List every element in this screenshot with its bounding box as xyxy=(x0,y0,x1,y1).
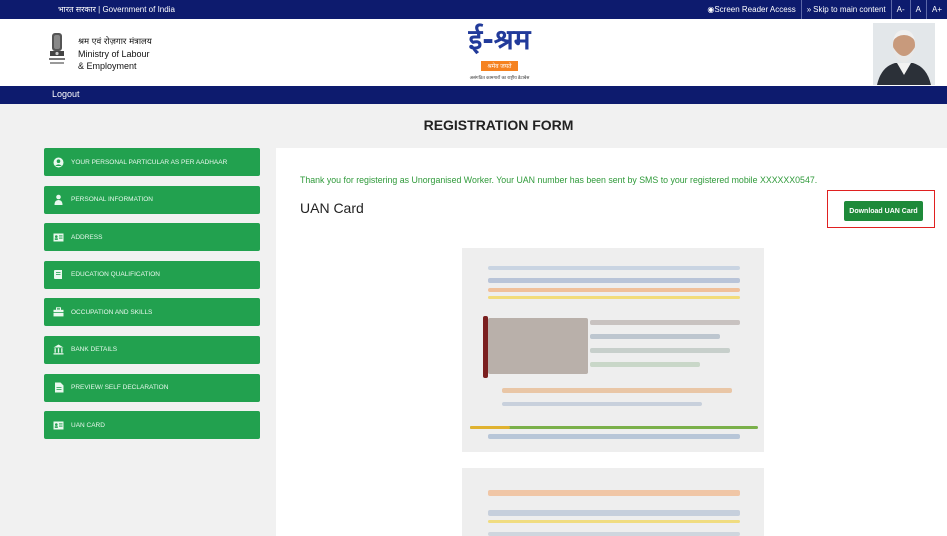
skip-to-main-link[interactable]: » Skip to main content xyxy=(800,0,891,19)
top-utility-bar: भारत सरकार | Government of India ◉Screen… xyxy=(0,0,947,19)
page-title: REGISTRATION FORM xyxy=(423,117,574,133)
download-highlight-box: Download UAN Card xyxy=(827,190,935,228)
step-label: OCCUPATION AND SKILLS xyxy=(71,308,153,316)
step-personal-information[interactable]: PERSONAL INFORMATION xyxy=(44,185,260,214)
main-navbar: Logout xyxy=(0,86,947,104)
step-label: YOUR PERSONAL PARTICULAR AS PER AADHAAR xyxy=(71,158,228,166)
logout-link[interactable]: Logout xyxy=(52,89,80,99)
eshram-logo[interactable]: ई-श्रम श्रमेव जयते असंगठित कामगारों का र… xyxy=(461,25,538,85)
uan-card-title: UAN Card xyxy=(300,200,364,216)
ministry-hindi: श्रम एवं रोज़गार मंत्रालय xyxy=(78,37,152,47)
id-card-icon xyxy=(53,232,64,243)
book-icon xyxy=(53,269,64,280)
user-circle-icon xyxy=(53,157,64,168)
step-label: PREVIEW/ SELF DECLARATION xyxy=(71,384,169,392)
step-preview-declaration[interactable]: PREVIEW/ SELF DECLARATION xyxy=(44,373,260,402)
uan-card-back-preview xyxy=(462,468,764,536)
success-message: Thank you for registering as Unorganised… xyxy=(300,175,818,185)
bank-icon xyxy=(53,344,64,355)
step-bank-details[interactable]: BANK DETAILS xyxy=(44,335,260,364)
document-icon xyxy=(53,382,64,393)
id-card-icon xyxy=(53,420,64,431)
registration-steps: YOUR PERSONAL PARTICULAR AS PER AADHAAR … xyxy=(44,148,260,449)
step-occupation[interactable]: OCCUPATION AND SKILLS xyxy=(44,298,260,327)
portrait-image xyxy=(873,23,935,85)
step-label: BANK DETAILS xyxy=(71,346,118,354)
step-uan-card[interactable]: UAN CARD xyxy=(44,411,260,440)
logo-tagline: श्रमेव जयते xyxy=(481,61,518,71)
leader-portrait xyxy=(873,23,935,85)
step-education[interactable]: EDUCATION QUALIFICATION xyxy=(44,260,260,289)
step-address[interactable]: ADDRESS xyxy=(44,223,260,252)
step-label: ADDRESS xyxy=(71,233,103,241)
download-uan-card-button[interactable]: Download UAN Card xyxy=(844,201,923,221)
font-normal-button[interactable]: A xyxy=(909,0,926,19)
logo-subtitle: असंगठित कामगारों का राष्ट्रीय डेटाबेस xyxy=(469,75,530,80)
logo-text: ई-श्रम xyxy=(468,23,531,56)
ministry-line-1: Ministry of Labour xyxy=(78,49,150,59)
briefcase-icon xyxy=(53,307,64,318)
step-label: EDUCATION QUALIFICATION xyxy=(71,271,160,279)
uan-card-panel: Thank you for registering as Unorganised… xyxy=(276,148,947,536)
screen-reader-link[interactable]: ◉Screen Reader Access xyxy=(702,0,800,19)
font-decrease-button[interactable]: A- xyxy=(890,0,910,19)
person-icon xyxy=(53,194,64,206)
accessibility-links: ◉Screen Reader Access » Skip to main cont… xyxy=(702,0,947,19)
font-increase-button[interactable]: A+ xyxy=(925,0,947,19)
ministry-line-2: & Employment xyxy=(78,61,137,71)
national-emblem-icon xyxy=(49,33,65,64)
step-personal-particular[interactable]: YOUR PERSONAL PARTICULAR AS PER AADHAAR xyxy=(44,148,260,176)
step-label: UAN CARD xyxy=(71,421,105,429)
site-header: श्रम एवं रोज़गार मंत्रालय Ministry of La… xyxy=(0,19,947,86)
government-label: भारत सरकार | Government of India xyxy=(58,5,175,14)
step-label: PERSONAL INFORMATION xyxy=(71,196,153,204)
ministry-name: श्रम एवं रोज़गार मंत्रालय Ministry of La… xyxy=(78,36,152,72)
uan-card-front-preview xyxy=(462,248,764,452)
